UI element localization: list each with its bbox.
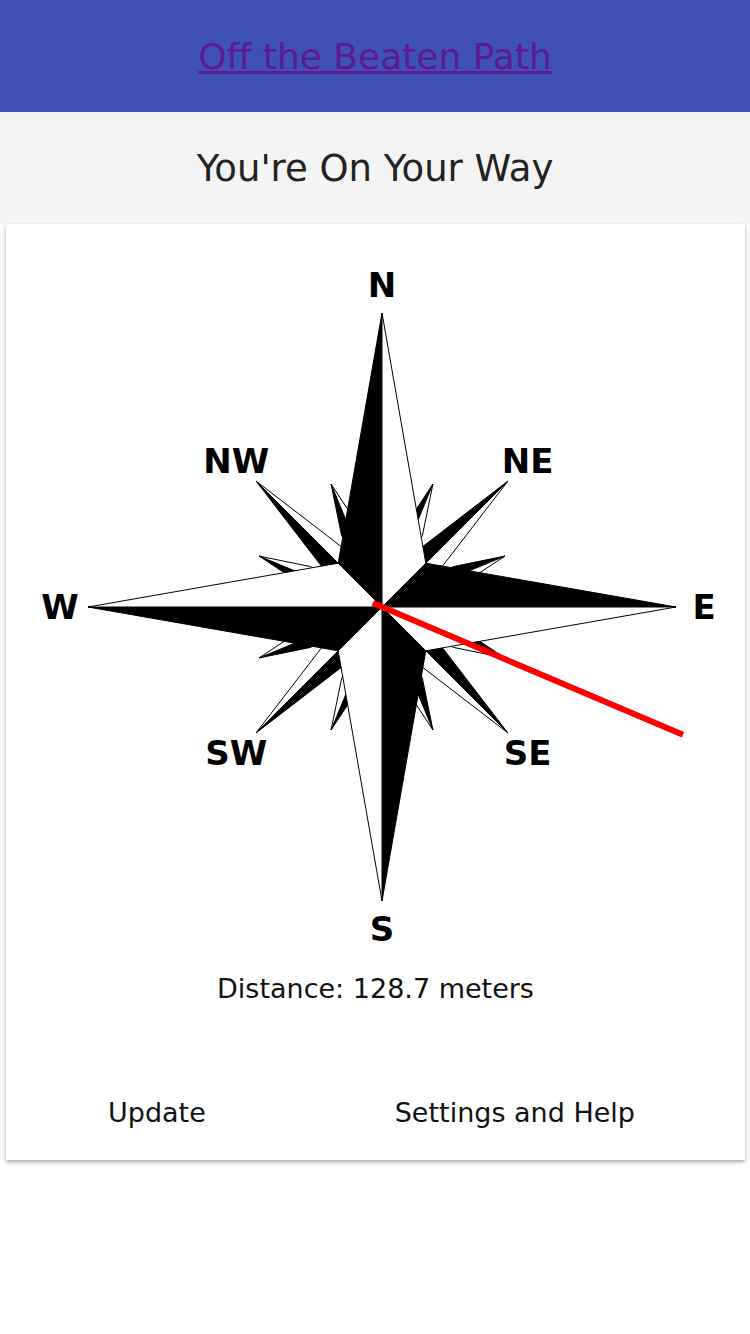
button-row: Update Settings and Help [6, 1089, 745, 1136]
distance-text: Distance: 128.7 meters [6, 969, 745, 1009]
direction-label: N [368, 265, 396, 305]
direction-label: SE [504, 733, 552, 773]
settings-button[interactable]: Settings and Help [393, 1089, 637, 1136]
direction-label: NE [502, 441, 554, 481]
direction-label: SW [205, 733, 267, 773]
update-button[interactable]: Update [106, 1089, 208, 1136]
compass-rose: N NE E SE S SW W NW [6, 224, 745, 969]
app-header: Off the Beaten Path [0, 0, 750, 112]
direction-label: NW [203, 441, 269, 481]
needle-line [373, 603, 683, 735]
title-link[interactable]: Off the Beaten Path [198, 36, 552, 77]
subtitle: You're On Your Way [197, 147, 554, 190]
needle [373, 603, 683, 735]
direction-label: W [41, 587, 79, 627]
direction-label: E [692, 587, 715, 627]
direction-label: S [370, 909, 395, 949]
compass-card: N NE E SE S SW W NW Distance: 128.7 meters Upda… [6, 224, 745, 1160]
subtitle-bar: You're On Your Way [0, 112, 750, 224]
